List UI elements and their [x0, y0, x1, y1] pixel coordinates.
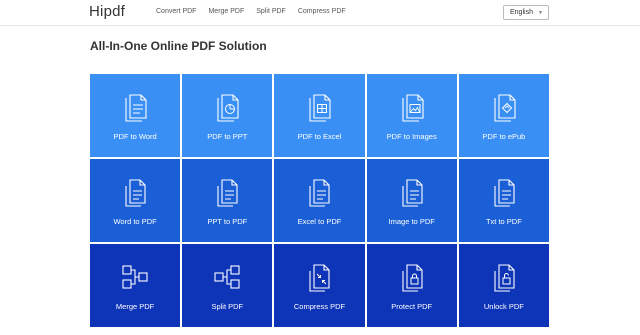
tile-label: Word to PDF	[113, 217, 157, 226]
chevron-down-icon: ▼	[538, 10, 543, 16]
doc-epub-icon	[494, 94, 516, 122]
doc-image-icon	[402, 94, 424, 122]
split-icon	[214, 265, 240, 289]
language-select[interactable]: English ▼	[503, 5, 549, 20]
compress-icon	[309, 264, 331, 292]
tile-label: Excel to PDF	[297, 217, 342, 226]
tile-label: PDF to Excel	[297, 132, 342, 141]
lock-icon	[402, 264, 423, 292]
tile-image-to-pdf[interactable]: Image to PDF	[366, 159, 457, 242]
brand-logo[interactable]: Hipdf	[89, 3, 125, 20]
tile-compress-pdf[interactable]: Compress PDF	[274, 244, 365, 327]
nav-split-pdf[interactable]: Split PDF	[256, 8, 286, 15]
doc-lines-icon	[125, 94, 147, 122]
nav-convert-pdf[interactable]: Convert PDF	[156, 8, 196, 15]
tile-label: Image to PDF	[388, 217, 435, 226]
tile-label: Merge PDF	[115, 302, 155, 311]
merge-icon	[122, 265, 148, 289]
unlock-icon	[494, 264, 515, 292]
tile-pdf-to-excel[interactable]: PDF to Excel	[274, 74, 365, 157]
tile-label: PDF to Word	[113, 132, 157, 141]
tile-word-to-pdf[interactable]: Word to PDF	[90, 159, 181, 242]
tile-label: Split PDF	[211, 302, 244, 311]
tile-label: Compress PDF	[293, 302, 346, 311]
file-lines-icon	[125, 179, 146, 207]
tile-excel-to-pdf[interactable]: Excel to PDF	[274, 159, 365, 242]
tile-pdf-to-ppt[interactable]: PDF to PPT	[182, 74, 273, 157]
tile-protect-pdf[interactable]: Protect PDF	[366, 244, 457, 327]
tile-unlock-pdf[interactable]: Unlock PDF	[458, 244, 549, 327]
tile-label: Unlock PDF	[483, 302, 524, 311]
tile-label: PDF to PPT	[207, 132, 248, 141]
tile-ppt-to-pdf[interactable]: PPT to PDF	[182, 159, 273, 242]
doc-pie-icon	[217, 94, 239, 122]
tile-pdf-to-word[interactable]: PDF to Word	[90, 74, 181, 157]
tile-label: PPT to PDF	[207, 217, 248, 226]
tile-label: Txt to PDF	[485, 217, 522, 226]
file-lines-icon	[494, 179, 515, 207]
nav-merge-pdf[interactable]: Merge PDF	[208, 8, 244, 15]
file-lines-icon	[402, 179, 423, 207]
tile-merge-pdf[interactable]: Merge PDF	[90, 244, 181, 327]
page-title: All-In-One Online PDF Solution	[90, 39, 267, 53]
file-lines-icon	[217, 179, 238, 207]
tile-split-pdf[interactable]: Split PDF	[182, 244, 273, 327]
language-value: English	[510, 9, 533, 16]
tile-pdf-to-images[interactable]: PDF to Images	[366, 74, 457, 157]
tile-label: PDF to ePub	[482, 132, 526, 141]
top-navigation-bar: Hipdf Convert PDF Merge PDF Split PDF Co…	[0, 0, 640, 26]
tile-label: Protect PDF	[391, 302, 433, 311]
tool-grid: PDF to Word PDF to PPT PDF to Excel PDF …	[90, 74, 549, 327]
doc-table-icon	[309, 94, 332, 122]
nav-compress-pdf[interactable]: Compress PDF	[298, 8, 346, 15]
main-nav: Convert PDF Merge PDF Split PDF Compress…	[156, 8, 358, 15]
tile-txt-to-pdf[interactable]: Txt to PDF	[458, 159, 549, 242]
tile-pdf-to-epub[interactable]: PDF to ePub	[458, 74, 549, 157]
tile-label: PDF to Images	[386, 132, 437, 141]
file-lines-icon	[309, 179, 331, 207]
